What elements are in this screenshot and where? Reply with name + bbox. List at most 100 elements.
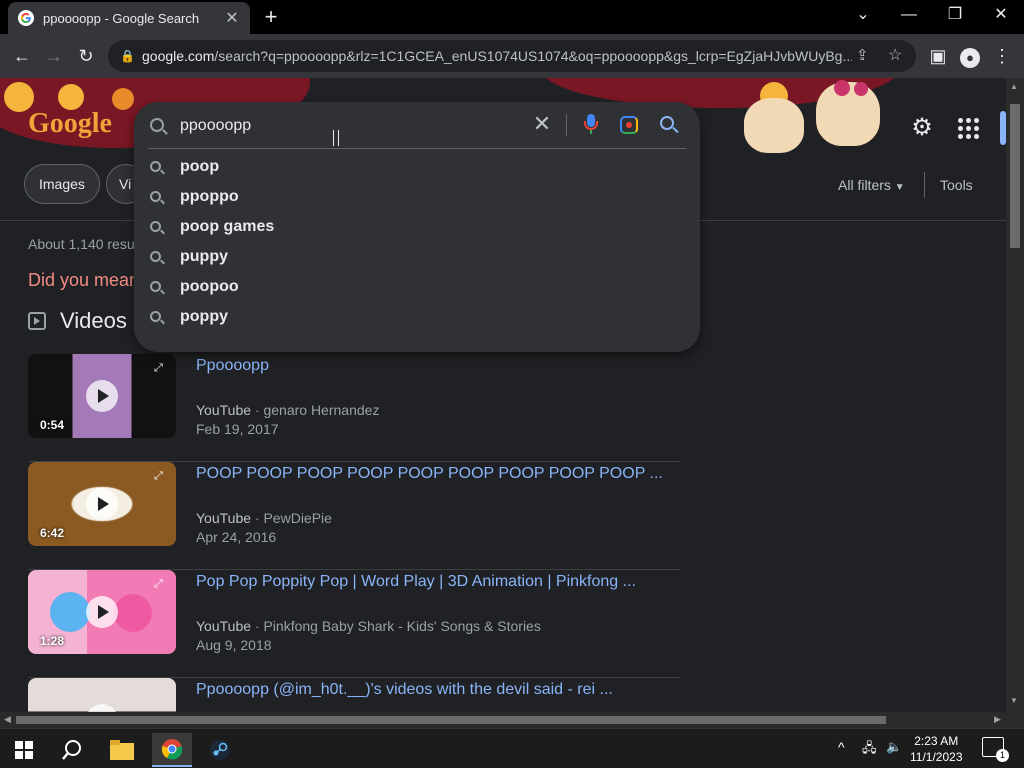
search-icon [150,251,161,262]
steam-icon[interactable] [200,733,240,767]
video-date: Feb 19, 2017 [196,421,279,437]
vertical-scroll-thumb[interactable] [1010,104,1020,248]
video-title[interactable]: POOP POOP POOP POOP POOP POOP POOP POOP … [196,465,676,483]
tab-search-chevron-icon[interactable]: ⌄ [840,0,886,32]
search-icon [150,191,161,202]
divider [566,114,567,136]
chip-images[interactable]: Images [24,164,100,204]
browser-menu-icon[interactable]: ⋮ [988,42,1016,70]
video-date: Apr 24, 2016 [196,529,277,545]
share-icon[interactable]: ⇪ [856,46,869,64]
search-icon [150,161,161,172]
horizontal-scrollbar[interactable]: ◀ ▶ [0,712,1024,728]
tab-active[interactable]: ppoooopp - Google Search ✕ [8,2,250,34]
search-icon [150,311,161,322]
tab-strip: ppoooopp - Google Search ✕ + ⌄ — ❐ ✕ [0,0,1024,34]
video-title[interactable]: Pop Pop Poppity Pop | Word Play | 3D Ani… [196,573,676,591]
clear-search-icon[interactable]: ✕ [530,112,554,136]
scroll-up-icon[interactable]: ▲ [1010,82,1018,91]
url-text[interactable]: google.com/search?q=ppoooopp&rlz=1C1GCEA… [142,48,852,64]
video-play-icon [28,312,46,330]
video-duration: 1:28 [40,634,65,648]
video-thumbnail[interactable] [28,678,176,712]
chrome-taskbar-icon[interactable] [152,733,192,767]
video-source: YouTube · Pinkfong Baby Shark - Kids' So… [196,618,541,634]
lock-icon: 🔒 [120,49,135,63]
suggestion-item[interactable]: poppy [134,302,700,332]
videos-heading: Videos [28,308,127,334]
scroll-left-icon[interactable]: ◀ [4,714,11,725]
video-result[interactable]: 0:54 ⤢ Ppoooopp YouTube · genaro Hernand… [28,354,680,462]
vertical-scrollbar[interactable]: ▲ ▼ [1006,78,1024,712]
back-button[interactable]: ← [8,42,36,70]
scroll-right-icon[interactable]: ▶ [994,714,1001,725]
play-icon [86,596,118,628]
suggestion-item[interactable]: ppoppo [134,182,700,212]
expand-icon: ⤢ [154,578,163,590]
taskbar-clock[interactable]: 2:23 AM 11/1/2023 [910,733,963,765]
minimize-button[interactable]: — [886,0,932,32]
reload-button[interactable]: ↻ [72,42,100,70]
scroll-down-icon[interactable]: ▼ [1010,696,1018,705]
video-title[interactable]: Ppoooopp [196,357,676,375]
google-apps-icon[interactable] [954,114,982,142]
voice-search-mic-icon[interactable] [584,112,598,136]
volume-muted-icon[interactable]: 🔈 [886,739,902,755]
restore-button[interactable]: ❐ [932,0,978,32]
divider [148,148,686,149]
profile-avatar-icon[interactable]: ● [956,42,984,70]
did-you-mean[interactable]: Did you mean [28,270,139,291]
network-icon[interactable]: 🖧 [862,739,877,761]
video-thumbnail[interactable]: 0:54 ⤢ [28,354,176,438]
suggestion-item[interactable]: puppy [134,242,700,272]
video-result[interactable]: 6:42 ⤢ POOP POOP POOP POOP POOP POOP POO… [28,462,680,570]
show-hidden-icons-chevron-icon[interactable]: ^ [838,739,845,755]
play-icon [86,488,118,520]
suggestion-item[interactable]: poop games [134,212,700,242]
video-duration: 6:42 [40,526,65,540]
video-thumbnail[interactable]: 6:42 ⤢ [28,462,176,546]
suggestion-item[interactable]: poopoo [134,272,700,302]
file-explorer-icon[interactable] [102,733,142,767]
video-title[interactable]: Ppoooopp (@im_h0t.__)'s videos with the … [196,681,676,699]
divider [924,172,925,198]
video-duration: 0:54 [40,418,65,432]
video-date: Aug 9, 2018 [196,637,272,653]
search-submit-icon[interactable] [660,116,674,130]
video-thumbnail[interactable]: 1:28 ⤢ [28,570,176,654]
tab-close-icon[interactable]: ✕ [224,8,240,28]
windows-taskbar: ^ 🖧 🔈 2:23 AM 11/1/2023 1 [0,728,1024,768]
google-lens-icon[interactable] [620,116,638,134]
search-taskbar-icon[interactable] [52,733,92,767]
play-icon [86,704,118,712]
play-icon [86,380,118,412]
clock-date: 11/1/2023 [910,750,963,764]
search-suggestions-dropdown: ✕ poop ppoppo poop games puppy poopoo po… [134,102,700,352]
caret-down-icon: ▼ [894,182,905,193]
side-panel-icon[interactable]: ▣ [924,42,952,70]
settings-gear-icon[interactable]: ⚙ [908,114,936,142]
windows-start-icon[interactable] [4,733,44,767]
search-icon [150,118,164,132]
video-source: YouTube · genaro Hernandez [196,402,380,418]
video-source: YouTube · PewDiePie [196,510,332,526]
address-bar[interactable]: 🔒 google.com/search?q=ppoooopp&rlz=1C1GC… [108,40,916,72]
search-icon [150,281,161,292]
new-tab-button[interactable]: + [258,4,284,30]
bookmark-star-icon[interactable]: ☆ [888,45,902,65]
text-cursor-icon [333,130,339,146]
search-input[interactable] [180,114,520,138]
close-window-button[interactable]: ✕ [978,0,1024,32]
google-doodle-logo[interactable]: Google [28,108,112,140]
browser-toolbar: ← → ↻ 🔒 google.com/search?q=ppoooopp&rlz… [0,34,1024,78]
video-result[interactable]: 1:28 ⤢ Pop Pop Poppity Pop | Word Play |… [28,570,680,678]
notification-center-icon[interactable]: 1 [982,737,1009,762]
all-filters-button[interactable]: All filters ▼ [838,177,905,193]
tools-button[interactable]: Tools [940,177,973,193]
horizontal-scroll-thumb[interactable] [16,716,886,724]
google-favicon-icon [18,10,34,26]
clock-time: 2:23 AM [914,734,959,748]
video-result[interactable]: Ppoooopp (@im_h0t.__)'s videos with the … [28,678,680,712]
forward-button[interactable]: → [40,42,68,70]
suggestion-item[interactable]: poop [134,152,700,182]
